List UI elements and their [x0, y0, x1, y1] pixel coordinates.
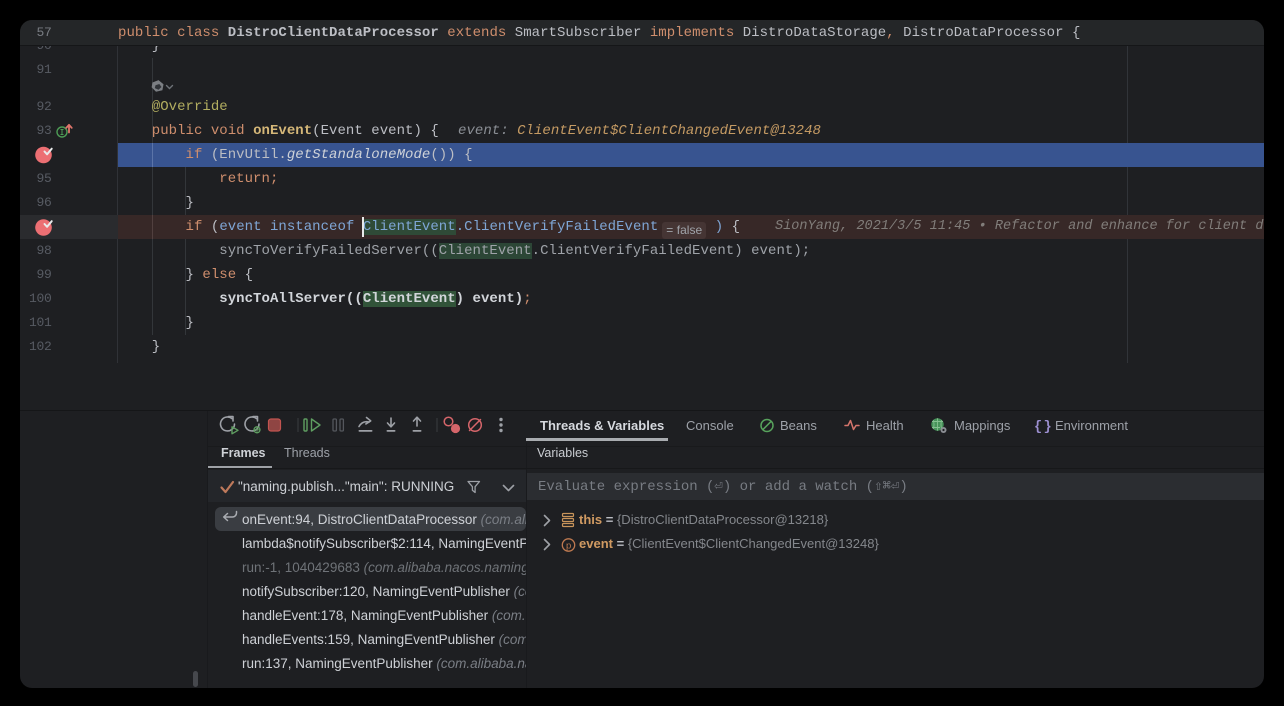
- svg-text:{}: {}: [1034, 420, 1053, 435]
- svg-text:p: p: [566, 541, 571, 552]
